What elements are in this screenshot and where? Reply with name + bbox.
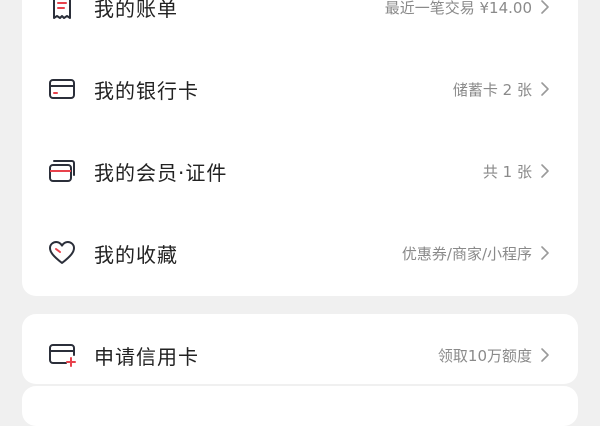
receipt-icon (46, 0, 78, 23)
next-card (22, 386, 578, 426)
menu-card: 我的账单 最近一笔交易 ¥14.00 我的银行卡 储蓄卡 2 张 我的会员·证件… (22, 0, 578, 296)
menu-item-membership[interactable]: 我的会员·证件 共 1 张 (22, 146, 578, 196)
chevron-right-icon (538, 164, 552, 178)
chevron-right-icon (538, 82, 552, 96)
menu-item-label: 我的银行卡 (94, 78, 199, 103)
credit-card: 申请信用卡 领取10万额度 (22, 314, 578, 384)
menu-item-bill[interactable]: 我的账单 最近一笔交易 ¥14.00 (22, 0, 578, 32)
chevron-right-icon (538, 0, 552, 14)
menu-item-label: 我的收藏 (94, 242, 178, 267)
member-cards-icon (46, 155, 78, 187)
menu-item-value: 最近一笔交易 ¥14.00 (384, 0, 532, 17)
bank-card-icon (46, 73, 78, 105)
menu-item-value: 领取10万额度 (437, 346, 532, 365)
chevron-right-icon (538, 246, 552, 260)
menu-item-value: 优惠券/商家/小程序 (401, 244, 532, 263)
chevron-right-icon (538, 348, 552, 362)
credit-card-add-icon (46, 339, 78, 371)
menu-item-value: 共 1 张 (482, 162, 532, 181)
menu-item-label: 我的账单 (94, 0, 178, 21)
menu-item-apply-credit-card[interactable]: 申请信用卡 领取10万额度 (22, 330, 578, 380)
menu-item-value: 储蓄卡 2 张 (452, 80, 532, 99)
menu-item-favorites[interactable]: 我的收藏 优惠券/商家/小程序 (22, 228, 578, 278)
menu-item-bank-card[interactable]: 我的银行卡 储蓄卡 2 张 (22, 64, 578, 114)
menu-item-label: 申请信用卡 (94, 344, 199, 369)
heart-icon (46, 237, 78, 269)
menu-item-label: 我的会员·证件 (94, 160, 228, 185)
